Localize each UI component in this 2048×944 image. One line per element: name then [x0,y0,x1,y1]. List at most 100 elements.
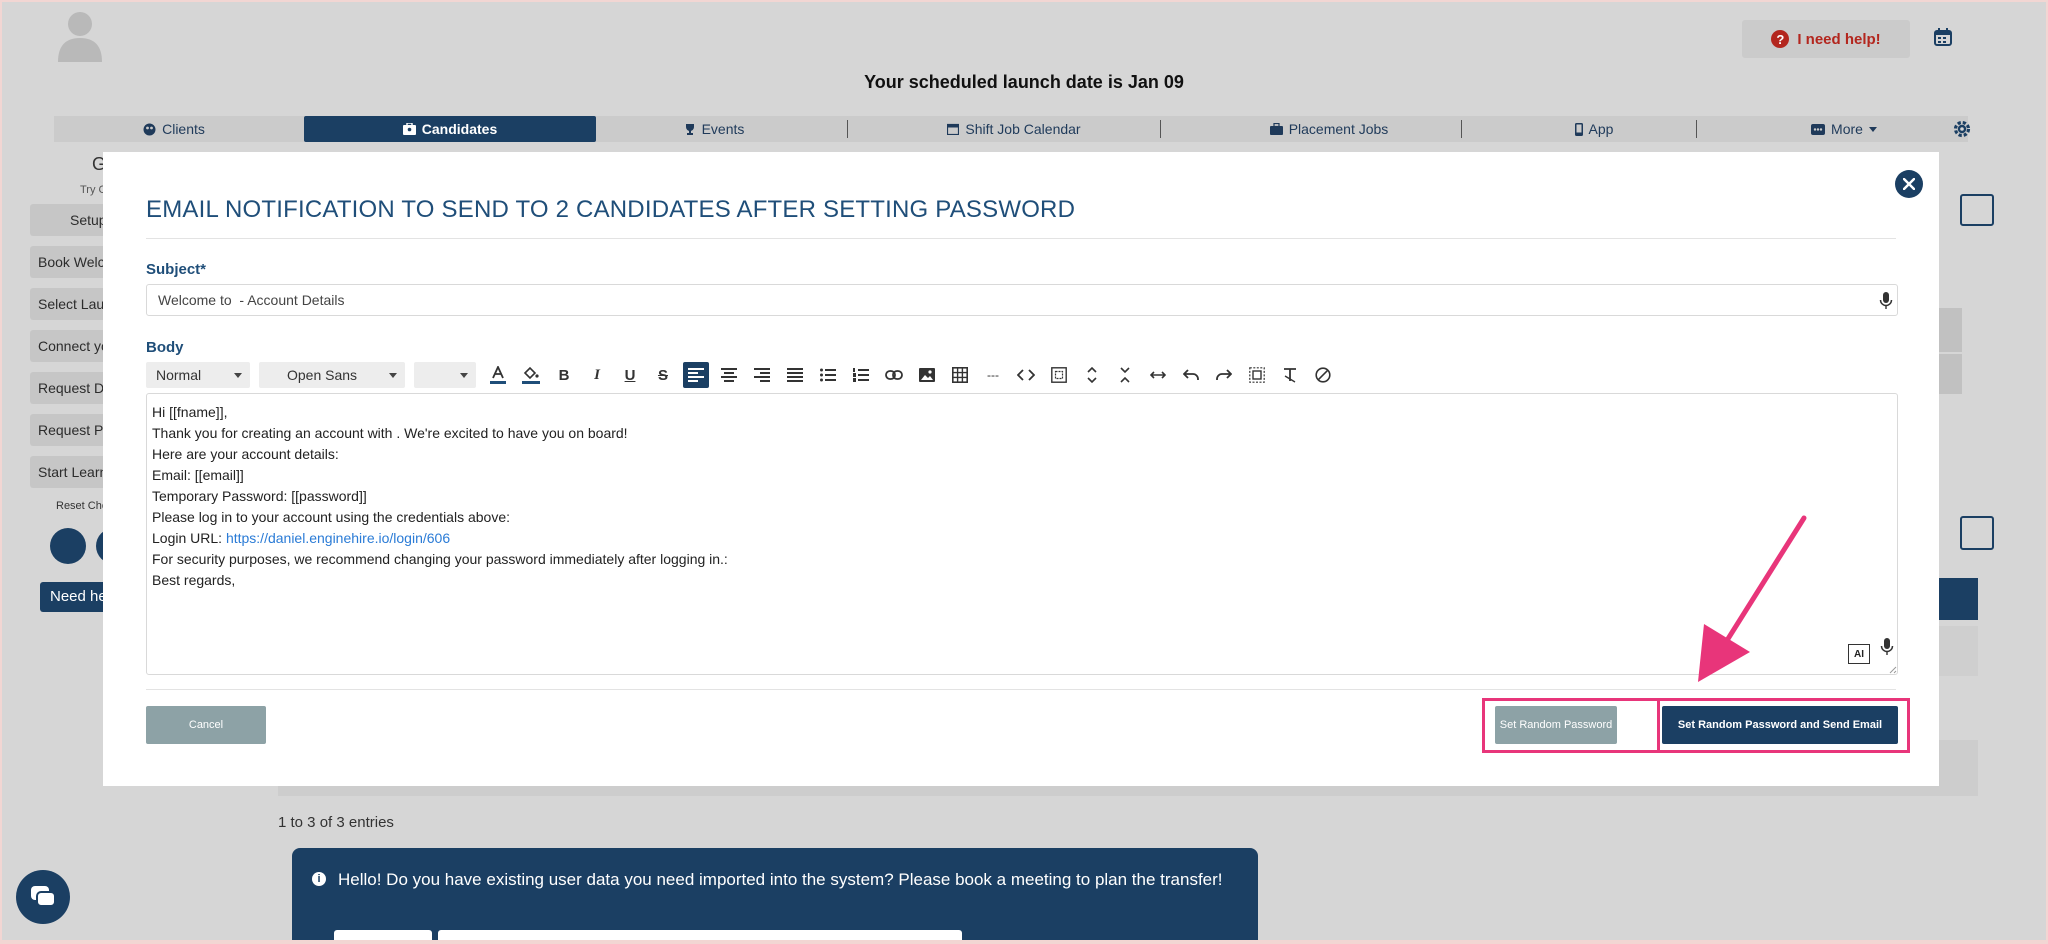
expand-horizontal-button[interactable] [1145,362,1171,388]
link-button[interactable] [881,362,907,388]
highlight-box [1482,698,1660,753]
user-avatar-icon[interactable] [56,10,104,62]
undo-icon [1183,369,1199,380]
banner-button[interactable] [334,930,432,940]
nav-label: Clients [162,121,205,137]
underline-icon[interactable]: U [617,362,643,388]
bold-icon[interactable]: B [551,362,577,388]
nav-clients[interactable]: Clients [114,116,234,142]
bullet-list-icon [820,368,836,382]
code-view-button[interactable] [1013,362,1039,388]
nav-divider [1160,120,1161,138]
text-color-icon [490,366,506,384]
caret-down-icon [460,373,468,378]
cancel-button[interactable]: Cancel [146,706,266,744]
help-button[interactable]: ? I need help! [1742,20,1910,58]
nav-label: More [1831,121,1863,137]
format-select[interactable]: Normal [146,362,250,388]
search-icon[interactable] [1960,194,1994,226]
nav-placement-jobs[interactable]: Placement Jobs [1204,116,1454,142]
body-line: Email: [[email]] [152,467,244,483]
candidates-icon [402,123,416,135]
info-icon: i [312,872,326,886]
text-color-button[interactable] [485,362,511,388]
sitemap-icon[interactable] [50,528,86,564]
nav-candidates[interactable]: Candidates [304,116,596,142]
redo-button[interactable] [1211,362,1237,388]
nav-app[interactable]: App [1504,116,1684,142]
strikethrough-icon[interactable]: S [650,362,676,388]
nav-label: Events [701,121,745,137]
divider [146,238,1896,239]
bullet-list-button[interactable] [815,362,841,388]
body-line: Please log in to your account using the … [152,509,511,525]
horizontal-rule-icon[interactable]: --- [980,362,1006,388]
email-notification-modal: EMAIL NOTIFICATION TO SEND TO 2 CANDIDAT… [103,152,1939,786]
collapse-icon [1120,367,1130,383]
numbered-list-icon [853,368,869,382]
remove-button[interactable] [1310,362,1336,388]
nav-shift-job-calendar[interactable]: Shift Job Calendar [894,116,1134,142]
modal-title: EMAIL NOTIFICATION TO SEND TO 2 CANDIDAT… [146,196,1076,223]
select-all-button[interactable] [1244,362,1270,388]
fullscreen-button[interactable] [1046,362,1072,388]
undo-button[interactable] [1178,362,1204,388]
collapse-vertical-button[interactable] [1112,362,1138,388]
chat-button[interactable] [16,870,70,924]
briefcase-icon [1269,123,1283,135]
body-line: Hi [[fname]], [152,404,228,420]
microphone-icon[interactable] [1880,638,1894,656]
app-frame: ? I need help! Your scheduled launch dat… [2,2,2046,940]
calendar-icon[interactable] [1934,28,1952,46]
gear-icon[interactable] [1952,119,1972,139]
body-line: Here are your account details: [152,446,339,462]
subject-label: Subject* [146,261,207,278]
align-justify-button[interactable] [782,362,808,388]
nav-label: Shift Job Calendar [965,121,1081,137]
horizontal-arrows-icon [1150,371,1166,379]
align-left-icon [688,368,704,382]
nav-divider [847,120,848,138]
expand-vertical-button[interactable] [1079,362,1105,388]
nav-divider [1696,120,1697,138]
body-line: Temporary Password: [[password]] [152,488,367,504]
align-center-button[interactable] [716,362,742,388]
caret-down-icon [389,373,397,378]
align-right-button[interactable] [749,362,775,388]
nav-more[interactable]: More [1754,116,1934,142]
body-line: For security purposes, we recommend chan… [152,551,728,567]
nav-events[interactable]: Events [614,116,814,142]
resize-handle-icon[interactable] [1887,664,1897,674]
code-icon [1017,369,1035,381]
help-label: I need help! [1797,30,1881,48]
sitemap-icon[interactable] [1960,516,1994,550]
italic-icon[interactable]: I [584,362,610,388]
align-justify-icon [787,368,803,382]
size-select[interactable] [414,362,476,388]
font-select[interactable]: Open Sans [259,362,405,388]
image-button[interactable] [914,362,940,388]
banner-text: Hello! Do you have existing user data yo… [338,870,1223,889]
fill-color-icon [522,366,540,384]
subject-input[interactable] [146,284,1898,316]
clear-format-button[interactable] [1277,362,1303,388]
align-left-button[interactable] [683,362,709,388]
background-color-button[interactable] [518,362,544,388]
trophy-icon [685,124,694,135]
divider [146,689,1896,690]
banner-button[interactable] [438,930,962,940]
reset-checklist-link[interactable]: Reset Che [56,500,108,512]
login-url-link[interactable]: https://daniel.enginehire.io/login/606 [226,530,450,546]
microphone-icon[interactable] [1879,292,1893,310]
close-icon [1903,178,1915,190]
close-button[interactable] [1895,170,1923,198]
numbered-list-button[interactable] [848,362,874,388]
table-button[interactable] [947,362,973,388]
body-label: Body [146,339,184,356]
prohibited-icon [1315,367,1331,383]
login-url-label: Login URL: [152,530,226,546]
ai-assist-button[interactable]: AI [1848,644,1870,664]
email-body-editor[interactable]: Hi [[fname]], Thank you for creating an … [146,393,1898,675]
calendar-icon [947,123,960,135]
align-right-icon [754,368,770,382]
